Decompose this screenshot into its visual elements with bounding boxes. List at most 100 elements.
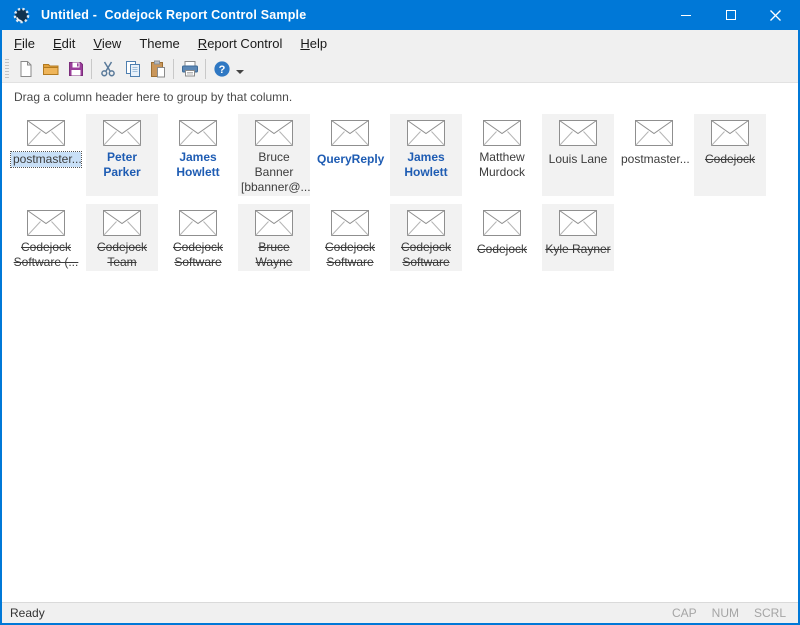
envelope-icon xyxy=(559,210,597,236)
envelope-icon xyxy=(635,120,673,146)
mail-item-label: Codejock Software xyxy=(171,240,225,270)
mail-item[interactable]: Codejock Software (... xyxy=(10,204,82,271)
envelope-icon xyxy=(255,120,293,146)
mail-item-label: Louis Lane xyxy=(547,152,610,167)
mail-item[interactable]: Codejock Software xyxy=(162,204,234,271)
mail-item[interactable]: Codejock Software xyxy=(390,204,462,271)
maximize-icon xyxy=(726,10,736,20)
copy-icon xyxy=(124,60,142,78)
envelope-icon xyxy=(27,120,65,146)
envelope-icon xyxy=(559,120,597,146)
minimize-icon xyxy=(681,10,691,20)
mail-item[interactable]: James Howlett xyxy=(390,114,462,196)
envelope-icon xyxy=(483,210,521,236)
mail-item-label: Kyle Rayner xyxy=(543,242,612,257)
envelope-icon xyxy=(711,120,749,146)
status-message: Ready xyxy=(2,606,45,620)
menu-report-control[interactable]: Report Control xyxy=(189,32,292,55)
cut-button[interactable] xyxy=(95,57,120,81)
minimize-button[interactable] xyxy=(663,0,708,30)
menu-help[interactable]: Help xyxy=(291,32,336,55)
mail-item[interactable]: Kyle Rayner xyxy=(542,204,614,271)
mail-item-label: QueryReply xyxy=(315,152,385,167)
mail-item[interactable]: Bruce Wayne xyxy=(238,204,310,271)
mail-item-label: Codejock Software xyxy=(399,240,453,270)
statusbar: Ready CAP NUM SCRL xyxy=(2,602,798,623)
mail-item-label: Codejock Software xyxy=(323,240,377,270)
menu-edit[interactable]: Edit xyxy=(44,32,84,55)
window-title: Untitled - Codejock Report Control Sampl… xyxy=(41,8,306,22)
mail-item[interactable]: Louis Lane xyxy=(542,114,614,196)
tile-row: Codejock Software (... Codejock Team Codej… xyxy=(10,204,798,271)
mail-item[interactable]: Codejock xyxy=(466,204,538,271)
save-floppy-icon xyxy=(67,60,85,78)
envelope-icon xyxy=(103,210,141,236)
mail-item[interactable]: Peter Parker xyxy=(86,114,158,196)
mail-item[interactable]: James Howlett xyxy=(162,114,234,196)
close-icon xyxy=(770,10,781,21)
maximize-button[interactable] xyxy=(708,0,753,30)
mail-item-label: Codejock xyxy=(703,152,757,167)
close-button[interactable] xyxy=(753,0,798,30)
items-grid: postmaster...Peter ParkerJames HowlettBr… xyxy=(2,112,798,602)
envelope-icon xyxy=(407,120,445,146)
keyboard-indicators: CAP NUM SCRL xyxy=(672,606,798,620)
help-button[interactable]: ? xyxy=(209,57,234,81)
toolbar-options-dropdown[interactable] xyxy=(236,70,244,74)
menu-theme[interactable]: Theme xyxy=(130,32,188,55)
envelope-icon xyxy=(407,210,445,236)
toolbar-separator xyxy=(173,59,174,79)
paste-button[interactable] xyxy=(145,57,170,81)
mail-item-label: James Howlett xyxy=(174,150,221,180)
mail-item-label: Matthew Murdock xyxy=(477,150,527,180)
mail-item-label: postmaster... xyxy=(619,152,689,167)
tile-row: postmaster...Peter ParkerJames HowlettBr… xyxy=(10,114,798,196)
open-folder-icon xyxy=(42,60,60,78)
num-lock-indicator: NUM xyxy=(712,606,739,620)
toolbar-separator xyxy=(91,59,92,79)
mail-item-label: James Howlett xyxy=(402,150,449,180)
paste-clipboard-icon xyxy=(149,60,167,78)
mail-item[interactable]: Codejock xyxy=(694,114,766,196)
envelope-icon xyxy=(179,210,217,236)
toolbar: ? xyxy=(2,56,798,83)
app-window: Untitled - Codejock Report Control Sampl… xyxy=(0,0,800,625)
envelope-icon xyxy=(483,120,521,146)
print-button[interactable] xyxy=(177,57,202,81)
mail-item[interactable]: Matthew Murdock xyxy=(466,114,538,196)
mail-item[interactable]: postmaster... xyxy=(618,114,690,196)
mail-item-label: Codejock xyxy=(475,242,529,257)
menu-file[interactable]: File xyxy=(5,32,44,55)
mail-item[interactable]: QueryReply xyxy=(314,114,386,196)
mail-item-label: Codejock Team xyxy=(95,240,149,270)
caps-lock-indicator: CAP xyxy=(672,606,697,620)
group-by-box[interactable]: Drag a column header here to group by th… xyxy=(2,83,798,112)
app-gear-icon xyxy=(12,6,31,25)
mail-item[interactable]: Bruce Banner [bbanner@... xyxy=(238,114,310,196)
copy-button[interactable] xyxy=(120,57,145,81)
mail-item-label: Peter Parker xyxy=(87,150,157,180)
envelope-icon xyxy=(179,120,217,146)
svg-text:?: ? xyxy=(218,64,225,76)
toolbar-grip[interactable] xyxy=(5,59,9,79)
mail-item-label: Bruce Banner [bbanner@... xyxy=(239,150,309,195)
envelope-icon xyxy=(27,210,65,236)
toolbar-separator xyxy=(205,59,206,79)
help-icon: ? xyxy=(213,60,231,78)
print-icon xyxy=(181,60,199,78)
mail-item[interactable]: Codejock Team xyxy=(86,204,158,271)
titlebar: Untitled - Codejock Report Control Sampl… xyxy=(2,0,798,30)
new-document-icon xyxy=(17,60,35,78)
group-by-hint: Drag a column header here to group by th… xyxy=(14,90,292,104)
save-button[interactable] xyxy=(63,57,88,81)
envelope-icon xyxy=(331,210,369,236)
menu-view[interactable]: View xyxy=(84,32,130,55)
scroll-lock-indicator: SCRL xyxy=(754,606,786,620)
envelope-icon xyxy=(103,120,141,146)
mail-item[interactable]: postmaster... xyxy=(10,114,82,196)
open-button[interactable] xyxy=(38,57,63,81)
new-button[interactable] xyxy=(13,57,38,81)
mail-item[interactable]: Codejock Software xyxy=(314,204,386,271)
mail-item-label: Codejock Software (... xyxy=(12,240,81,270)
envelope-icon xyxy=(255,210,293,236)
